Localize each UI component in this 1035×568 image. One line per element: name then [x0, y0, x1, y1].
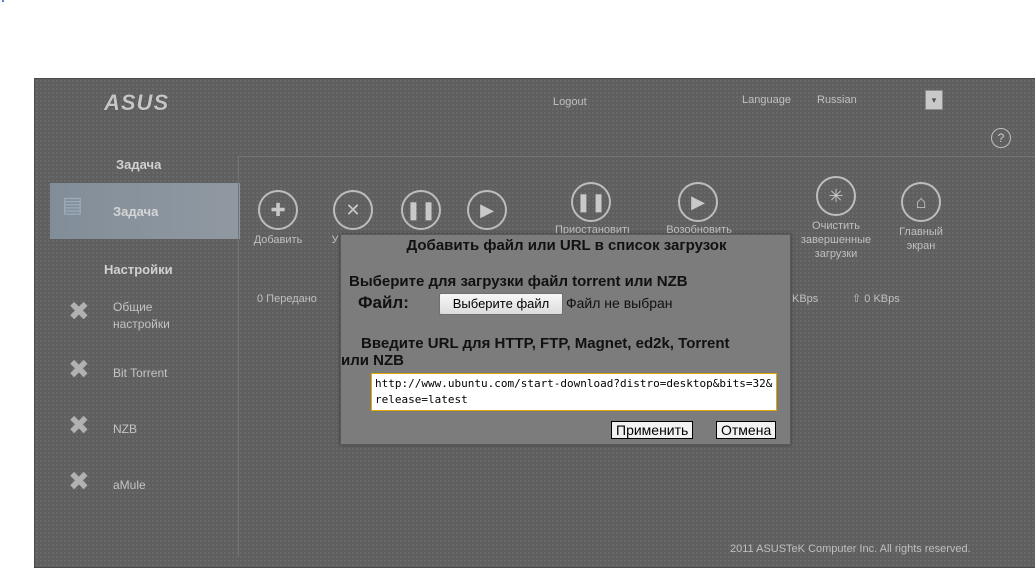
- clear-label-line: завершенные: [800, 234, 872, 246]
- wrench-icon: ✖: [68, 466, 90, 496]
- sidebar-item-general[interactable]: Общие настройки: [113, 300, 170, 331]
- copyright: 2011 ASUSTeK Computer Inc. All rights re…: [730, 543, 971, 555]
- language-select[interactable]: Russian: [817, 94, 857, 106]
- sidebar-item-label: Общие: [113, 300, 153, 314]
- sidebar-item-bittorrent[interactable]: Bit Torrent: [113, 366, 167, 380]
- pause-all-label: Приостановить: [555, 224, 629, 234]
- download-speed: KBps: [792, 293, 819, 305]
- url-input[interactable]: http://www.ubuntu.com/start-download?dis…: [371, 373, 777, 411]
- resume-all-label: Возобновить: [666, 224, 732, 234]
- asus-logo: ASUS: [104, 90, 170, 115]
- corner-dot: [2, 0, 4, 2]
- home-icon[interactable]: ⌂: [901, 182, 941, 222]
- pause-all-icon[interactable]: ❚❚: [571, 182, 611, 222]
- upload-speed: ⇧ 0 KBps: [852, 292, 900, 305]
- home-label-line: экран: [906, 240, 936, 252]
- clear-label-line: Очистить: [812, 220, 860, 232]
- cancel-button[interactable]: Отмена: [716, 421, 777, 439]
- upload-speed-value: 0 KBps: [864, 293, 900, 305]
- apply-button[interactable]: Применить: [611, 421, 694, 439]
- task-heading: Задача: [116, 157, 162, 172]
- sidebar-item-label: настройки: [113, 317, 170, 331]
- url-prompt-line: Введите URL для HTTP, FTP, Magnet, ed2k,…: [361, 335, 730, 352]
- url-prompt: Введите URL для HTTP, FTP, Magnet, ed2k,…: [341, 335, 730, 369]
- wrench-icon: ✖: [68, 296, 90, 326]
- sidebar-item-task-label: Задача: [113, 204, 159, 219]
- arrow-up-icon: ⇧: [852, 293, 862, 305]
- add-label: Добавить: [253, 234, 303, 246]
- resume-all-icon[interactable]: ▶: [678, 182, 718, 222]
- sidebar-item-amule[interactable]: aMule: [113, 478, 146, 492]
- help-icon[interactable]: ?: [991, 128, 1011, 148]
- settings-heading: Настройки: [104, 262, 173, 277]
- home-label-line: Главный: [899, 226, 943, 238]
- delete-icon[interactable]: ✕: [333, 190, 373, 230]
- logout-link[interactable]: Logout: [553, 96, 587, 108]
- home-label: Главный экран: [890, 225, 952, 253]
- clear-label-line: загрузки: [814, 248, 858, 260]
- file-label: Файл:: [358, 293, 409, 312]
- pause-icon[interactable]: ❚❚: [401, 190, 441, 230]
- task-icon: ▤: [62, 192, 83, 217]
- language-label: Language: [742, 94, 791, 106]
- delete-label: У: [331, 234, 339, 246]
- clear-completed-label: Очистить завершенные загрузки: [790, 219, 882, 261]
- file-prompt: Выберите для загрузки файл torrent или N…: [349, 273, 688, 290]
- wrench-icon: ✖: [68, 354, 90, 384]
- add-icon[interactable]: ✚: [258, 190, 298, 230]
- choose-file-button[interactable]: Выберите файл: [439, 293, 563, 315]
- sidebar-item-nzb[interactable]: NZB: [113, 422, 137, 436]
- add-download-dialog: Добавить файл или URL в список загрузок …: [340, 234, 791, 445]
- url-prompt-line: или NZB: [341, 352, 404, 369]
- clear-completed-icon[interactable]: ✳: [816, 176, 856, 216]
- play-icon[interactable]: ▶: [467, 190, 507, 230]
- file-status: Файл не выбран: [566, 295, 673, 311]
- chevron-down-icon[interactable]: ▾: [925, 90, 943, 110]
- wrench-icon: ✖: [68, 410, 90, 440]
- dialog-title: Добавить файл или URL в список загрузок: [406, 237, 727, 254]
- transferred-count: 0 Передано: [257, 293, 317, 305]
